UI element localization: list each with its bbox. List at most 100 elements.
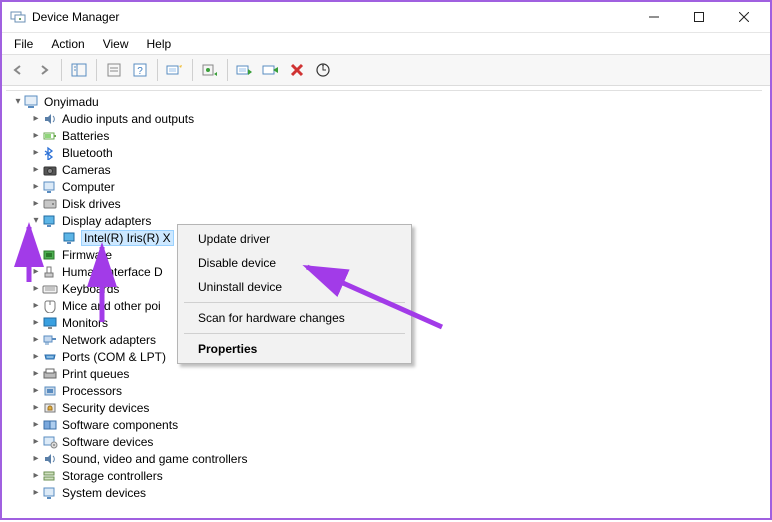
chevron-down-icon[interactable]: ▾ [12,96,24,108]
category-label: Firmware [62,248,112,262]
category-icon [42,451,58,467]
tree-category[interactable]: ▸Software components [6,416,762,433]
maximize-button[interactable] [676,3,721,32]
tree-category[interactable]: ▸ Processors [6,382,762,399]
chevron-icon[interactable]: ▸ [30,300,42,312]
category-label: Bluetooth [62,146,113,160]
category-icon [42,417,58,433]
svg-text:?: ? [137,66,143,77]
minimize-button[interactable] [631,3,676,32]
category-label: Processors [62,384,122,398]
chevron-icon[interactable]: ▸ [30,283,42,295]
forward-button[interactable] [32,58,56,82]
chevron-icon[interactable]: ▸ [30,334,42,346]
category-icon [42,179,58,195]
chevron-icon[interactable]: ▸ [30,181,42,193]
category-icon [42,315,58,331]
category-icon [42,468,58,484]
show-hide-tree-button[interactable] [67,58,91,82]
chevron-icon[interactable]: ▸ [30,453,42,465]
menu-file[interactable]: File [6,35,41,53]
ctx-uninstall-device[interactable]: Uninstall device [180,275,409,299]
tree-category[interactable]: ▸Batteries [6,127,762,144]
tree-root[interactable]: ▾ Onyimadu [6,93,762,110]
tree-category[interactable]: ▸ Storage controllers [6,467,762,484]
category-icon [42,434,58,450]
category-label: Display adapters [62,214,151,228]
scan-hardware-button[interactable] [163,58,187,82]
tree-category[interactable]: ▸ System devices [6,484,762,501]
tree-category[interactable]: ▸Security devices [6,399,762,416]
computer-icon [24,94,40,110]
properties-button[interactable] [102,58,126,82]
category-icon [42,298,58,314]
chevron-icon[interactable]: ▸ [30,164,42,176]
category-label: Storage controllers [62,469,163,483]
ctx-scan-hardware[interactable]: Scan for hardware changes [180,306,409,330]
chevron-icon[interactable]: ▸ [30,317,42,329]
titlebar: Device Manager [2,2,770,32]
tree-category[interactable]: ▸Print queues [6,365,762,382]
chevron-icon[interactable]: ▸ [30,436,42,448]
menubar: File Action View Help [2,32,770,54]
help-button[interactable]: ? [128,58,152,82]
tree-root-label: Onyimadu [44,95,99,109]
tree-category[interactable]: ▸Audio inputs and outputs [6,110,762,127]
back-button[interactable] [6,58,30,82]
context-menu: Update driver Disable device Uninstall d… [177,224,412,364]
app-icon [10,9,26,25]
category-icon [42,145,58,161]
chevron-icon[interactable]: ▸ [30,249,42,261]
chevron-icon[interactable]: ▸ [30,351,42,363]
chevron-icon[interactable]: ▸ [30,198,42,210]
ctx-properties[interactable]: Properties [180,337,409,361]
update-driver-button[interactable] [198,58,222,82]
tree-category[interactable]: ▸Disk drives [6,195,762,212]
chevron-icon[interactable]: ▾ [30,215,42,227]
category-label: Monitors [62,316,108,330]
toolbar: ? [2,54,770,86]
category-icon [42,196,58,212]
chevron-icon[interactable]: ▸ [30,470,42,482]
tree-category[interactable]: ▸Computer [6,178,762,195]
category-label: System devices [62,486,146,500]
category-label: Human Interface D [62,265,163,279]
category-icon [42,383,58,399]
menu-help[interactable]: Help [139,35,180,53]
ctx-update-driver[interactable]: Update driver [180,227,409,251]
tree-category[interactable]: ▸ Software devices [6,433,762,450]
chevron-icon[interactable]: ▸ [30,487,42,499]
tree-category[interactable]: ▸ Cameras [6,161,762,178]
category-label: Network adapters [62,333,156,347]
category-label: Mice and other poi [62,299,161,313]
category-label: Cameras [62,163,111,177]
window-title: Device Manager [32,10,119,24]
menu-view[interactable]: View [95,35,137,53]
category-label: Sound, video and game controllers [62,452,247,466]
menu-action[interactable]: Action [43,35,92,53]
category-icon [42,162,58,178]
tree-category[interactable]: ▸ Sound, video and game controllers [6,450,762,467]
ctx-separator [184,302,405,303]
category-icon [42,349,58,365]
close-button[interactable] [721,3,766,32]
category-label: Ports (COM & LPT) [62,350,166,364]
chevron-icon[interactable]: ▸ [30,266,42,278]
category-label: Keyboards [62,282,119,296]
category-icon [42,213,58,229]
chevron-icon[interactable]: ▸ [30,130,42,142]
disable-device-button[interactable] [259,58,283,82]
chevron-icon[interactable]: ▸ [30,147,42,159]
enable-device-button[interactable] [233,58,257,82]
chevron-icon[interactable]: ▸ [30,419,42,431]
view-resources-button[interactable] [311,58,335,82]
tree-category[interactable]: ▸ Bluetooth [6,144,762,161]
ctx-disable-device[interactable]: Disable device [180,251,409,275]
chevron-icon[interactable]: ▸ [30,385,42,397]
uninstall-device-button[interactable] [285,58,309,82]
category-icon [42,128,58,144]
category-label: Software devices [62,435,153,449]
chevron-icon[interactable]: ▸ [30,368,42,380]
chevron-icon[interactable]: ▸ [30,113,42,125]
chevron-icon[interactable]: ▸ [30,402,42,414]
